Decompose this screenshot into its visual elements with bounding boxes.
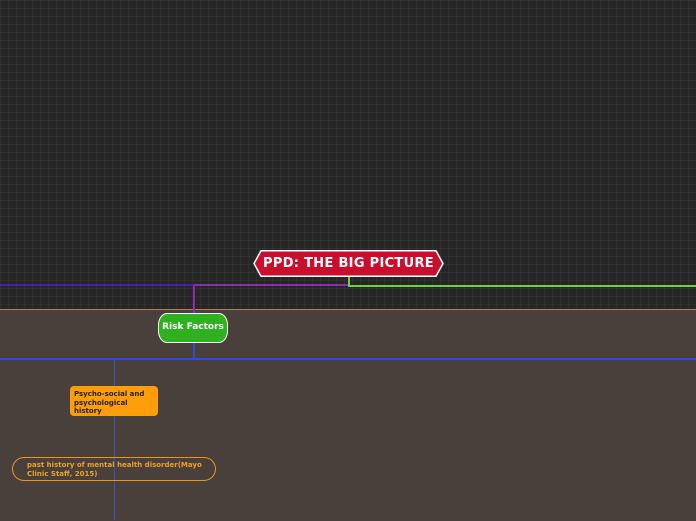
root-right-connector — [348, 285, 696, 287]
root-node[interactable]: PPD: THE BIG PICTURE — [253, 250, 444, 277]
mind-map-canvas: PPD: THE BIG PICTURE Risk Factors Psycho… — [0, 0, 696, 521]
topic-children-bus — [0, 358, 696, 360]
topic-vertical-connector — [193, 285, 195, 313]
root-to-topic-connector — [194, 284, 349, 286]
subtopic-vertical-connector — [114, 359, 115, 520]
root-right-drop — [348, 277, 350, 286]
topic-down-connector — [193, 343, 195, 359]
root-left-connector — [0, 284, 194, 286]
past-history-leaf[interactable]: past history of mental health disorder(M… — [12, 457, 216, 481]
root-node-label: PPD: THE BIG PICTURE — [263, 256, 434, 271]
psychosocial-history-subtopic[interactable]: Psycho-social and psychological history — [70, 386, 158, 416]
risk-factors-topic[interactable]: Risk Factors — [158, 313, 228, 343]
